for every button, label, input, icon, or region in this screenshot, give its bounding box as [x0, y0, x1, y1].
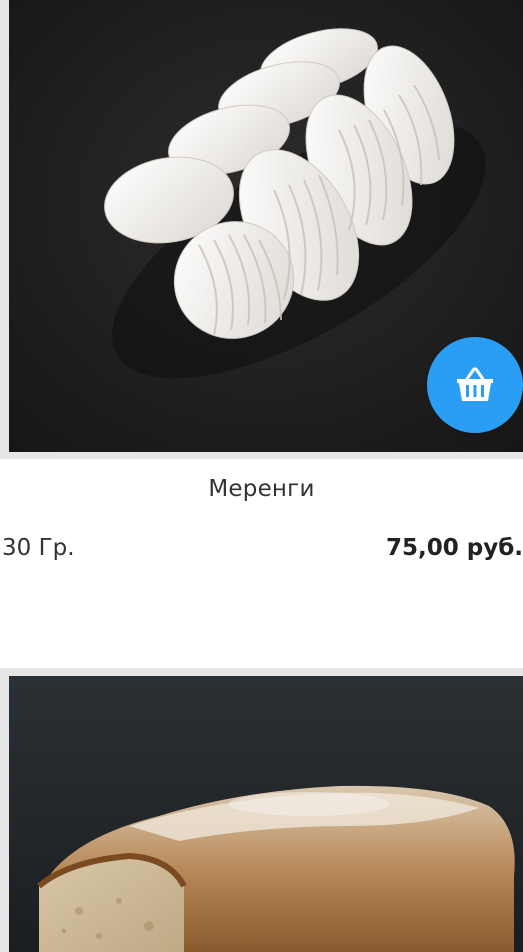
product-card[interactable]: [0, 668, 523, 952]
product-card[interactable]: Меренги 30 Гр. 75,00 руб.: [0, 0, 523, 640]
add-to-cart-button[interactable]: [427, 337, 523, 433]
product-image-frame: [0, 668, 523, 952]
basket-icon: [457, 367, 493, 401]
product-price: 75,00 руб.: [385, 535, 523, 561]
product-name[interactable]: Меренги: [0, 476, 523, 502]
product-weight: 30 Гр.: [2, 535, 75, 561]
product-image-bread[interactable]: [9, 676, 523, 952]
